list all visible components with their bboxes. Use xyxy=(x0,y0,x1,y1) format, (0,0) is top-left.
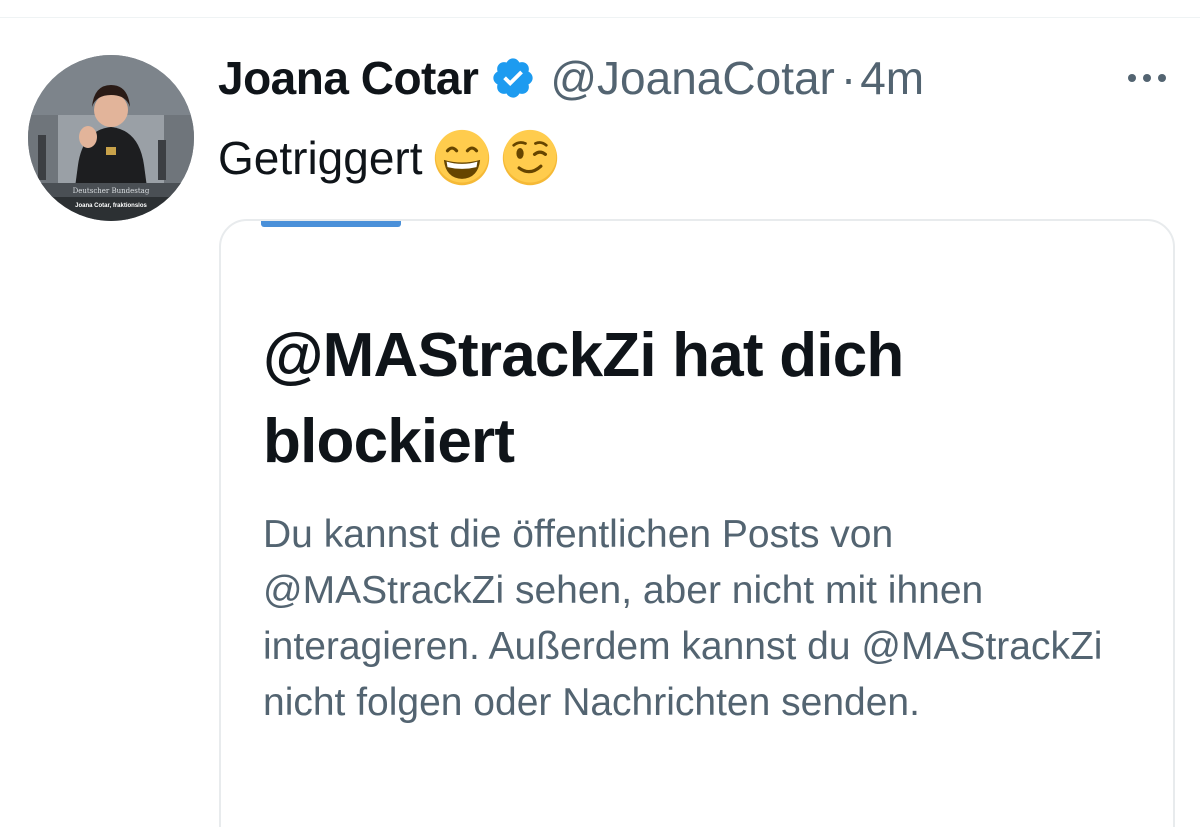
author-name[interactable]: Joana Cotar xyxy=(218,51,479,105)
tweet-timestamp[interactable]: 4m xyxy=(860,51,924,105)
verified-badge-icon[interactable] xyxy=(490,55,536,101)
author-handle[interactable]: @JoanaCotar xyxy=(550,51,835,105)
separator-dot: · xyxy=(840,52,857,104)
avatar-caption-2: Joana Cotar, fraktionslos xyxy=(75,203,147,209)
card-title: @MAStrackZi hat dich blockiert xyxy=(263,321,904,476)
grinning-face-with-smiling-eyes-icon xyxy=(433,129,491,187)
card-body: Du kannst die öffentlichen Posts von @MA… xyxy=(263,513,1103,724)
avatar-caption-1: Deutscher Bundestag xyxy=(73,187,150,195)
card-progress-bar xyxy=(261,221,401,227)
tweet-text-content: Getriggert xyxy=(218,132,423,184)
avatar-image: Deutscher Bundestag Joana Cotar, fraktio… xyxy=(28,55,194,221)
tweet-header: Joana Cotar @JoanaCotar · 4m xyxy=(218,48,924,108)
more-horizontal-icon[interactable] xyxy=(1122,58,1172,98)
winking-face-icon xyxy=(501,129,559,187)
tweet-text: Getriggert xyxy=(218,128,559,188)
quoted-card[interactable]: @MAStrackZi hat dich blockiert Du kannst… xyxy=(219,219,1175,827)
divider xyxy=(0,17,1200,18)
tweet-page: Deutscher Bundestag Joana Cotar, fraktio… xyxy=(0,0,1200,827)
avatar[interactable]: Deutscher Bundestag Joana Cotar, fraktio… xyxy=(28,55,194,221)
